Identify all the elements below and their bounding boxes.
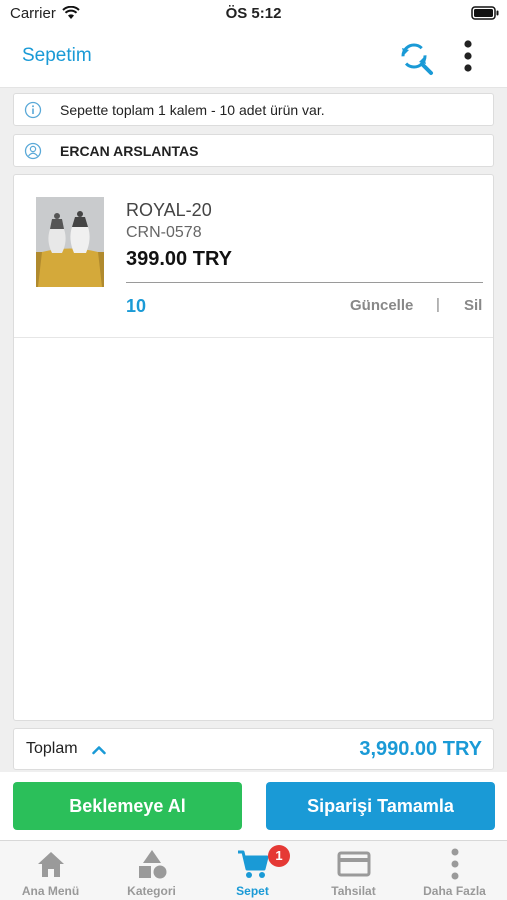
cart-summary: Sepette toplam 1 kalem - 10 adet ürün va… xyxy=(13,93,494,126)
credit-card-icon xyxy=(337,847,371,881)
tab-category[interactable]: Kategori xyxy=(101,841,202,900)
cart-list: ROYAL-20 CRN-0578 399.00 TRY 10 Güncelle… xyxy=(13,174,494,721)
tab-label: Tahsilat xyxy=(331,884,376,898)
tab-cart[interactable]: 1 Sepet xyxy=(202,841,303,900)
tab-label: Daha Fazla xyxy=(423,884,486,898)
info-icon xyxy=(24,101,42,124)
tab-more[interactable]: Daha Fazla xyxy=(404,841,505,900)
category-icon xyxy=(135,847,169,881)
customer-name: ERCAN ARSLANTAS xyxy=(60,143,199,159)
customer-row[interactable]: ERCAN ARSLANTAS xyxy=(13,134,494,167)
tab-payment[interactable]: Tahsilat xyxy=(303,841,404,900)
refresh-search-icon[interactable] xyxy=(396,38,436,83)
item-name: ROYAL-20 xyxy=(126,200,212,220)
cart-item[interactable]: ROYAL-20 CRN-0578 399.00 TRY 10 Güncelle… xyxy=(14,175,493,338)
cart-summary-text: Sepette toplam 1 kalem - 10 adet ürün va… xyxy=(60,102,325,118)
chevron-up-icon[interactable] xyxy=(92,742,106,760)
item-quantity[interactable]: 10 xyxy=(126,296,146,317)
item-price: 399.00 TRY xyxy=(126,248,232,270)
tab-label: Sepet xyxy=(236,884,269,898)
tab-bar: Ana Menü Kategori 1 Sepet Tahsilat Daha … xyxy=(0,840,507,900)
tab-label: Kategori xyxy=(127,884,176,898)
customer-icon xyxy=(24,142,42,165)
update-button[interactable]: Güncelle xyxy=(350,297,413,314)
complete-order-button[interactable]: Siparişi Tamamla xyxy=(266,782,495,830)
hold-order-button[interactable]: Beklemeye Al xyxy=(13,782,242,830)
more-icon xyxy=(438,847,472,881)
home-icon xyxy=(34,847,68,881)
more-vertical-icon[interactable] xyxy=(458,38,478,81)
status-bar: Carrier ÖS 5:12 xyxy=(0,0,507,28)
nav-bar: Sepetim xyxy=(0,28,507,88)
action-separator: | xyxy=(436,296,440,313)
cart-badge: 1 xyxy=(268,845,290,867)
tab-home[interactable]: Ana Menü xyxy=(0,841,101,900)
tab-label: Ana Menü xyxy=(21,884,80,898)
item-code: CRN-0578 xyxy=(126,224,202,241)
total-bar[interactable]: Toplam 3,990.00 TRY xyxy=(13,728,494,770)
total-label: Toplam xyxy=(26,740,78,757)
page-title: Sepetim xyxy=(22,45,92,66)
divider xyxy=(126,282,483,283)
total-value: 3,990.00 TRY xyxy=(359,738,482,760)
battery-icon xyxy=(471,6,499,24)
delete-button[interactable]: Sil xyxy=(464,297,482,314)
action-bar: Beklemeye Al Siparişi Tamamla xyxy=(0,772,507,840)
status-time: ÖS 5:12 xyxy=(225,5,282,22)
product-image xyxy=(36,197,104,287)
cart-icon xyxy=(236,847,270,881)
